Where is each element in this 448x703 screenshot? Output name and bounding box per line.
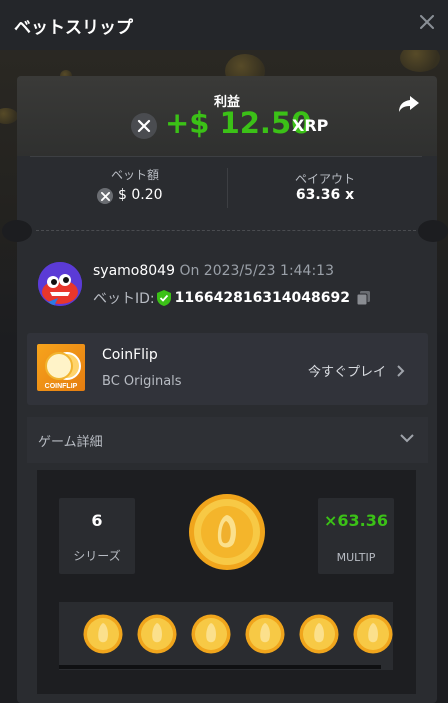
divider bbox=[30, 156, 422, 157]
avatar[interactable] bbox=[38, 262, 82, 306]
dashed-separator bbox=[36, 230, 416, 231]
series-label: シリーズ bbox=[73, 549, 121, 563]
game-provider: BC Originals bbox=[102, 374, 182, 389]
coin-icon bbox=[245, 614, 285, 654]
series-count: 6 bbox=[91, 511, 103, 530]
coin-icon bbox=[189, 494, 265, 570]
game-logo-text: COINFLIP bbox=[45, 383, 78, 390]
copy-icon[interactable] bbox=[356, 290, 372, 306]
play-now-label: 今すぐプレイ bbox=[308, 365, 387, 380]
username[interactable]: syamo8049 bbox=[93, 263, 175, 279]
payout-label: ペイアウト bbox=[294, 172, 355, 186]
coin-icon bbox=[83, 614, 123, 654]
background-coin-decoration bbox=[400, 50, 440, 72]
multiplier-value: ×63.36 bbox=[318, 511, 394, 530]
header-bar: ベットスリップ bbox=[0, 0, 448, 50]
divider bbox=[227, 168, 228, 208]
user-info: syamo8049 On 2023/5/23 1:44:13 bbox=[93, 263, 334, 279]
close-icon bbox=[420, 15, 434, 29]
page-title: ベットスリップ bbox=[14, 18, 133, 38]
close-button[interactable] bbox=[416, 11, 438, 33]
bet-id-label: ベットID: bbox=[93, 291, 155, 307]
game-details-label: ゲーム詳細 bbox=[38, 435, 103, 450]
coin-icon bbox=[191, 614, 231, 654]
game-logo: COINFLIP bbox=[37, 344, 85, 391]
multiplier-label: MULTIP bbox=[336, 551, 376, 564]
coin-icon bbox=[353, 614, 393, 654]
coin-icon bbox=[137, 614, 177, 654]
bet-amount-value: $ 0.20 bbox=[118, 187, 163, 203]
xrp-icon bbox=[97, 188, 113, 204]
share-button[interactable] bbox=[398, 94, 422, 114]
profit-currency: XRP bbox=[292, 116, 329, 135]
background-coin-decoration bbox=[0, 108, 18, 124]
bet-timestamp: On 2023/5/23 1:44:13 bbox=[179, 263, 334, 279]
game-name: CoinFlip bbox=[102, 347, 158, 363]
chevron-right-icon bbox=[397, 364, 405, 377]
shield-check-icon bbox=[156, 290, 171, 306]
ticket-notch bbox=[2, 220, 32, 242]
profit-amount: +$ 12.50 bbox=[165, 106, 312, 140]
chevron-down-icon[interactable] bbox=[398, 430, 416, 446]
bet-amount-label: ベット額 bbox=[110, 168, 159, 182]
share-icon bbox=[399, 96, 419, 112]
coin-icon bbox=[299, 614, 339, 654]
strip-scrollbar[interactable] bbox=[59, 665, 381, 669]
bet-id-row: ベットID: 116642816314048692 bbox=[93, 288, 372, 308]
bet-id-value: 116642816314048692 bbox=[174, 290, 350, 306]
multiplier-number: 63.36 bbox=[337, 511, 388, 530]
xrp-icon bbox=[131, 113, 157, 139]
multiplier-prefix: × bbox=[323, 511, 338, 530]
play-now-button[interactable]: 今すぐプレイ bbox=[308, 361, 410, 380]
ticket-notch bbox=[418, 220, 448, 242]
payout-value: 63.36 x bbox=[295, 187, 355, 203]
